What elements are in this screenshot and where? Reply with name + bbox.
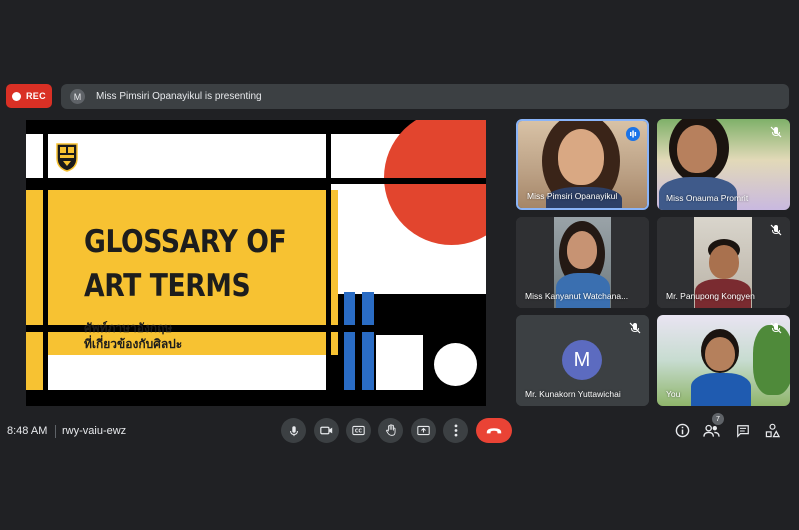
person-face <box>558 129 604 185</box>
more-vertical-icon <box>454 424 457 437</box>
activities-icon <box>765 423 780 438</box>
present-screen-button[interactable] <box>411 418 436 443</box>
info-icon <box>675 423 690 438</box>
person-face <box>677 125 717 173</box>
captions-button[interactable]: CC <box>346 418 371 443</box>
slide-blue-bar <box>362 292 374 390</box>
hand-icon <box>385 424 396 436</box>
divider <box>55 425 56 438</box>
people-count-badge: 7 <box>712 413 724 425</box>
slide-black-line <box>43 134 48 406</box>
participant-avatar: M <box>562 340 602 380</box>
camera-button[interactable] <box>314 418 339 443</box>
mic-off-icon <box>770 126 782 138</box>
participant-name: Mr. Panupong Kongyen <box>666 291 755 301</box>
slide-title-line: GLOSSARY OF <box>84 224 287 260</box>
recording-dot-icon <box>12 91 21 101</box>
presenting-message: Miss Pimsiri Opanayikul is presenting <box>96 91 262 102</box>
phone-hangup-icon <box>486 427 502 433</box>
person-face <box>709 245 739 279</box>
participant-name: Miss Kanyanut Watchana... <box>525 291 629 301</box>
speaking-indicator-icon <box>626 127 640 141</box>
presenting-bar: M Miss Pimsiri Opanayikul is presenting <box>61 84 789 109</box>
raise-hand-button[interactable] <box>378 418 403 443</box>
camera-icon <box>320 426 333 435</box>
slide-blue-bar <box>344 292 355 390</box>
participant-tile[interactable]: You <box>657 315 790 406</box>
slide-black-line <box>26 178 486 184</box>
meeting-time: 8:48 AM <box>7 425 48 437</box>
meeting-code: rwy-vaiu-ewz <box>62 425 127 437</box>
person-body <box>691 373 751 406</box>
microphone-button[interactable] <box>281 418 306 443</box>
recording-label: REC <box>26 91 46 101</box>
mic-off-icon <box>770 224 782 236</box>
slide-white-block <box>376 335 423 390</box>
slide-white-circle <box>434 343 477 386</box>
slide-subtitle: ศัพท์ภาษาอังกฤษ ที่เกี่ยวข้องกับศิลปะ <box>84 320 182 352</box>
chat-button[interactable] <box>734 422 751 439</box>
person-face <box>567 231 597 269</box>
mic-off-icon <box>770 322 782 334</box>
person-face <box>705 337 735 371</box>
participant-name: Miss Pimsiri Opanayikul <box>527 191 618 201</box>
participant-name: Mr. Kunakorn Yuttawichai <box>525 389 621 399</box>
present-icon <box>417 425 430 436</box>
participant-name: Miss Onauma Promrit <box>666 193 749 203</box>
slide-title: GLOSSARY OF ART TERMS <box>84 220 287 308</box>
participant-tile[interactable]: Miss Pimsiri Opanayikul <box>516 119 649 210</box>
slide-yellow-strip <box>26 190 43 390</box>
activities-button[interactable] <box>764 422 781 439</box>
slide-subtitle-line: ที่เกี่ยวข้องกับศิลปะ <box>84 337 183 351</box>
recording-badge[interactable]: REC <box>6 84 52 108</box>
slide-black-line <box>326 178 331 406</box>
captions-icon: CC <box>352 425 365 436</box>
more-options-button[interactable] <box>443 418 468 443</box>
participant-tile[interactable]: Miss Kanyanut Watchana... <box>516 217 649 308</box>
participant-tile[interactable]: Miss Onauma Promrit <box>657 119 790 210</box>
leave-call-button[interactable] <box>476 418 512 443</box>
mic-off-icon <box>629 322 641 334</box>
participant-tile[interactable]: Mr. Panupong Kongyen <box>657 217 790 308</box>
presentation-slide: GLOSSARY OF ART TERMS ศัพท์ภาษาอังกฤษ ที… <box>26 120 486 406</box>
people-icon <box>703 424 720 437</box>
slide-title-line: ART TERMS <box>84 268 251 304</box>
slide-subtitle-line: ศัพท์ภาษาอังกฤษ <box>84 321 173 335</box>
microphone-icon <box>289 425 298 436</box>
participant-tile[interactable]: M Mr. Kunakorn Yuttawichai <box>516 315 649 406</box>
chat-icon <box>736 424 749 438</box>
background-plant <box>753 325 790 395</box>
svg-text:CC: CC <box>355 429 363 435</box>
meeting-info-button[interactable] <box>674 422 691 439</box>
presenter-avatar: M <box>70 89 85 104</box>
school-crest-icon <box>56 143 78 172</box>
participant-name: You <box>666 389 681 399</box>
